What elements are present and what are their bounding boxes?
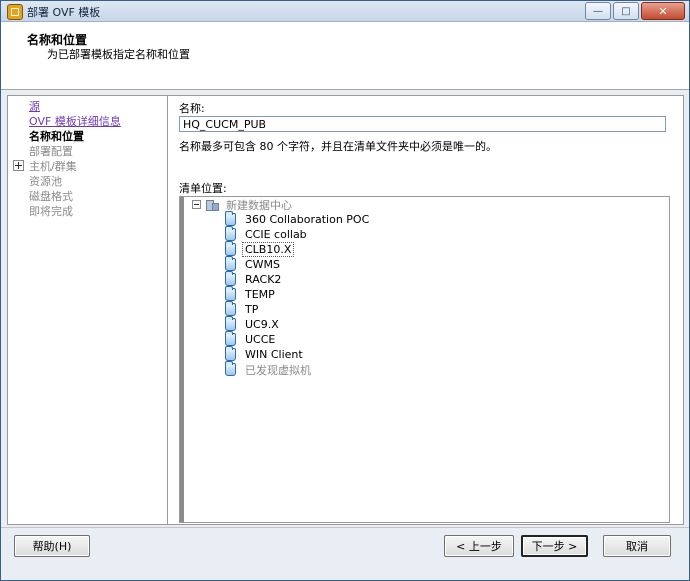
step-name-location: 名称和位置 — [29, 130, 84, 143]
expand-icon[interactable] — [13, 160, 24, 171]
tree-folder[interactable]: 360 Collaboration POC — [225, 211, 370, 227]
page-subtitle: 为已部署模板指定名称和位置 — [47, 48, 190, 61]
step-list: 源 OVF 模板详细信息 名称和位置 部署配置 主机/群集 资源池 磁盘格式 即… — [8, 96, 168, 524]
tree-folder[interactable]: TP — [225, 301, 259, 317]
datacenter-icon — [206, 198, 219, 211]
window-title: 部署 OVF 模板 — [27, 6, 101, 19]
wizard-header: 名称和位置 为已部署模板指定名称和位置 — [1, 22, 689, 90]
folder-label: TP — [245, 303, 259, 316]
tree-folder[interactable]: WIN Client — [225, 346, 303, 362]
folder-icon — [225, 271, 236, 286]
footer-divider — [1, 527, 689, 528]
tree-folder[interactable]: RACK2 — [225, 271, 282, 287]
close-icon: ✕ — [658, 4, 668, 18]
folder-icon — [225, 331, 236, 346]
folder-label: UC9.X — [245, 318, 279, 331]
tree-folder[interactable]: UC9.X — [225, 316, 279, 332]
step-resource-pool: 资源池 — [29, 175, 62, 188]
app-icon — [7, 4, 23, 20]
folder-icon — [225, 211, 236, 226]
tree-folder[interactable]: UCCE — [225, 331, 276, 347]
folder-label: CCIE collab — [245, 228, 307, 241]
step-host-cluster: 主机/群集 — [29, 160, 77, 173]
folder-label: CWMS — [245, 258, 281, 271]
name-hint: 名称最多可包含 80 个字符，并且在清单文件夹中必须是唯一的。 — [179, 140, 497, 153]
tree-root[interactable]: 新建数据中心 — [192, 197, 292, 212]
folder-icon — [225, 361, 236, 376]
folder-label: 360 Collaboration POC — [245, 213, 370, 226]
deploy-ovf-window: 部署 OVF 模板 — □ ✕ 名称和位置 为已部署模板指定名称和位置 源 OV… — [0, 0, 690, 581]
maximize-icon: □ — [621, 5, 631, 17]
step-ovf-details[interactable]: OVF 模板详细信息 — [29, 113, 121, 129]
cancel-button[interactable]: 取消 — [603, 535, 671, 557]
minimize-button[interactable]: — — [585, 2, 611, 20]
step-ready: 即将完成 — [29, 205, 73, 218]
window-controls: — □ ✕ — [585, 2, 685, 20]
folder-icon — [225, 316, 236, 331]
tree-folder[interactable]: CCIE collab — [225, 226, 307, 242]
maximize-button[interactable]: □ — [613, 2, 639, 20]
tree-folder-selected[interactable]: CLB10.X — [225, 241, 295, 257]
folder-label: TEMP — [245, 288, 275, 301]
back-button[interactable]: < 上一步 — [444, 535, 514, 557]
folder-icon — [225, 241, 236, 256]
close-button[interactable]: ✕ — [641, 2, 685, 20]
collapse-icon[interactable] — [192, 200, 201, 209]
folder-icon — [225, 301, 236, 316]
wizard-body: 源 OVF 模板详细信息 名称和位置 部署配置 主机/群集 资源池 磁盘格式 即… — [7, 95, 684, 525]
step-deploy-config: 部署配置 — [29, 145, 73, 158]
inventory-label: 清单位置: — [179, 182, 227, 195]
name-input[interactable] — [179, 116, 666, 132]
folder-icon — [225, 226, 236, 241]
tree-folder[interactable]: TEMP — [225, 286, 275, 302]
tree-border — [180, 197, 184, 522]
folder-label: WIN Client — [245, 348, 303, 361]
title-bar: 部署 OVF 模板 — □ ✕ — [1, 1, 689, 22]
folder-icon — [225, 346, 236, 361]
help-button[interactable]: 帮助(H) — [14, 535, 90, 557]
folder-icon — [225, 286, 236, 301]
minimize-icon: — — [593, 5, 603, 17]
tree-folder[interactable]: 已发现虚拟机 — [225, 361, 311, 377]
tree-folder[interactable]: CWMS — [225, 256, 281, 272]
folder-label: RACK2 — [245, 273, 282, 286]
next-button[interactable]: 下一步 > — [521, 535, 588, 557]
inventory-tree[interactable]: 新建数据中心 360 Collaboration POC CCIE collab… — [179, 196, 670, 523]
name-label: 名称: — [179, 102, 205, 115]
folder-label: 已发现虚拟机 — [245, 363, 311, 377]
tree-root-label: 新建数据中心 — [226, 198, 292, 212]
step-source[interactable]: 源 — [29, 98, 40, 114]
folder-label: CLB10.X — [242, 242, 295, 257]
folder-icon — [225, 256, 236, 271]
step-disk-format: 磁盘格式 — [29, 190, 73, 203]
folder-label: UCCE — [245, 333, 276, 346]
